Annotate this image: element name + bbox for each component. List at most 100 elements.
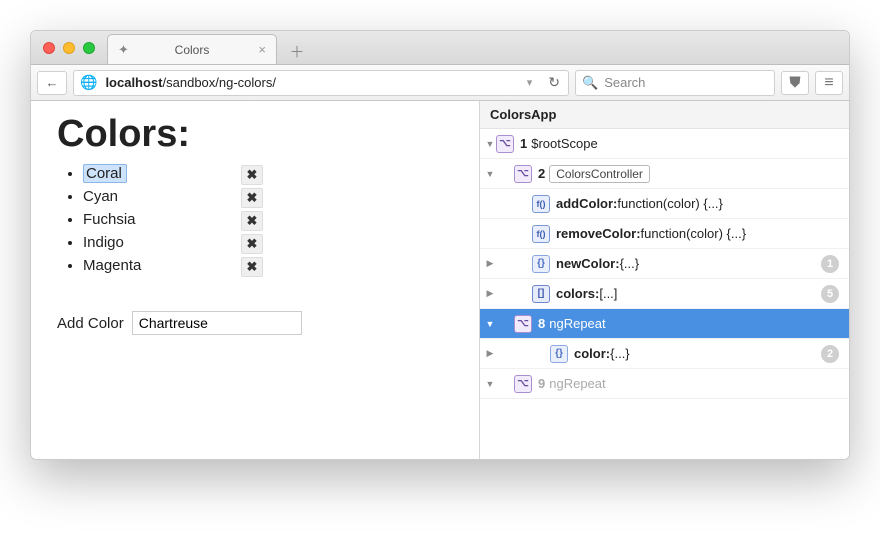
url-text: localhost/sandbox/ng-colors/ [101, 75, 280, 90]
add-color-input[interactable] [132, 311, 302, 335]
chevron-right-icon[interactable]: ▶ [484, 258, 496, 269]
node-key: newColor: [556, 256, 620, 271]
remove-color-button[interactable]: ✖ [241, 211, 263, 231]
reload-icon[interactable]: ↻ [540, 74, 568, 91]
hamburger-menu-icon[interactable]: ≡ [815, 71, 843, 95]
tree-node[interactable]: ▶ [] colors: [...] 5 [480, 279, 849, 309]
url-dropdown-icon[interactable]: ▾ [519, 76, 541, 89]
scope-number: 1 [520, 136, 527, 151]
search-bar[interactable]: 🔍 Search [575, 70, 775, 96]
node-label: ngRepeat [549, 316, 605, 331]
node-key: addColor: [556, 196, 617, 211]
close-icon: ✖ [247, 213, 258, 229]
fn-icon: f() [532, 225, 550, 243]
node-key: color: [574, 346, 610, 361]
page-title: Colors: [57, 113, 453, 156]
close-icon: ✖ [247, 167, 258, 183]
scope-icon: ⌥ [514, 315, 532, 333]
scope-icon: ⌥ [496, 135, 514, 153]
chevron-down-icon[interactable]: ▼ [484, 169, 496, 179]
remove-color-button[interactable]: ✖ [241, 188, 263, 208]
node-label: ColorsController [549, 165, 650, 183]
node-key: removeColor: [556, 226, 641, 241]
count-badge: 5 [821, 285, 839, 303]
inspector-title: ColorsApp [480, 101, 849, 129]
tree-node[interactable]: f() addColor: function(color) {...} [480, 189, 849, 219]
scope-tree: ▼⌥1$rootScope▼⌥2ColorsControllerf()addCo… [480, 129, 849, 459]
close-icon: ✖ [247, 190, 258, 206]
scope-number: 9 [538, 376, 545, 391]
globe-icon: 🌐 [74, 74, 101, 91]
remove-color-button[interactable]: ✖ [241, 257, 263, 277]
list-item[interactable]: Coral ✖ [83, 162, 263, 185]
angular-indicator-icon[interactable]: ⛊ [781, 71, 809, 95]
node-value: {...} [620, 256, 640, 271]
back-button[interactable]: ← [37, 71, 67, 95]
list-item[interactable]: Cyan ✖ [83, 185, 263, 208]
node-value: [...] [599, 286, 617, 301]
list-item[interactable]: Magenta ✖ [83, 254, 263, 277]
tree-node[interactable]: ▶ {} newColor: {...} 1 [480, 249, 849, 279]
toolbar: ← 🌐 localhost/sandbox/ng-colors/ ▾ ↻ 🔍 S… [31, 65, 849, 101]
color-list: Coral ✖ Cyan ✖ Fuchsia ✖ Indigo ✖ Magenta ✖ [83, 162, 453, 277]
node-value: {...} [610, 346, 630, 361]
chevron-down-icon[interactable]: ▼ [484, 319, 496, 329]
node-label: $rootScope [531, 136, 598, 151]
color-name: Fuchsia [83, 211, 136, 228]
fn-icon: f() [532, 195, 550, 213]
chevron-down-icon[interactable]: ▼ [484, 139, 496, 149]
browser-window: ✦ Colors × ＋ ← 🌐 localhost/sandbox/ng-co… [30, 30, 850, 460]
tree-node[interactable]: ▼ ⌥ 2 ColorsController [480, 159, 849, 189]
tab-favicon-icon: ✦ [118, 42, 129, 58]
node-value: function(color) {...} [617, 196, 723, 211]
node-label: ngRepeat [549, 376, 605, 391]
tab-close-icon[interactable]: × [258, 42, 266, 57]
chevron-right-icon[interactable]: ▶ [484, 348, 496, 359]
new-tab-button[interactable]: ＋ [283, 38, 311, 64]
color-name: Magenta [83, 257, 141, 274]
scope-number: 2 [538, 166, 545, 181]
obj-icon: {} [532, 255, 550, 273]
add-color-row: Add Color [57, 311, 453, 335]
close-window-icon[interactable] [43, 42, 55, 54]
list-item[interactable]: Indigo ✖ [83, 231, 263, 254]
titlebar: ✦ Colors × ＋ [31, 31, 849, 65]
node-key: colors: [556, 286, 599, 301]
tree-node[interactable]: ▼ ⌥ 9 ngRepeat [480, 369, 849, 399]
node-value: function(color) {...} [641, 226, 747, 241]
search-placeholder: Search [604, 75, 645, 90]
arr-icon: [] [532, 285, 550, 303]
zoom-window-icon[interactable] [83, 42, 95, 54]
add-color-label: Add Color [57, 315, 124, 332]
color-name: Coral [83, 164, 127, 183]
inspector-panel: ColorsApp ▼⌥1$rootScope▼⌥2ColorsControll… [479, 101, 849, 459]
close-icon: ✖ [247, 259, 258, 275]
traffic-lights [31, 31, 107, 64]
scope-icon: ⌥ [514, 165, 532, 183]
back-arrow-icon: ← [46, 75, 59, 90]
obj-icon: {} [550, 345, 568, 363]
tree-node[interactable]: ▼ ⌥ 8 ngRepeat [480, 309, 849, 339]
list-item[interactable]: Fuchsia ✖ [83, 208, 263, 231]
remove-color-button[interactable]: ✖ [241, 165, 263, 185]
minimize-window-icon[interactable] [63, 42, 75, 54]
tab-colors[interactable]: ✦ Colors × [107, 34, 277, 64]
remove-color-button[interactable]: ✖ [241, 234, 263, 254]
count-badge: 2 [821, 345, 839, 363]
scope-number: 8 [538, 316, 545, 331]
color-name: Indigo [83, 234, 124, 251]
tree-node[interactable]: f() removeColor: function(color) {...} [480, 219, 849, 249]
chevron-down-icon[interactable]: ▼ [484, 379, 496, 389]
close-icon: ✖ [247, 236, 258, 252]
chevron-right-icon[interactable]: ▶ [484, 288, 496, 299]
url-bar[interactable]: 🌐 localhost/sandbox/ng-colors/ ▾ ↻ [73, 70, 569, 96]
color-name: Cyan [83, 188, 118, 205]
count-badge: 1 [821, 255, 839, 273]
page-content: Colors: Coral✖Cyan✖Fuchsia✖Indigo✖Magent… [31, 101, 479, 459]
search-icon: 🔍 [576, 75, 604, 91]
scope-icon: ⌥ [514, 375, 532, 393]
tree-node[interactable]: ▶ {} color: {...} 2 [480, 339, 849, 369]
tree-node[interactable]: ▼⌥ 1 $rootScope [480, 129, 849, 159]
tab-strip: ✦ Colors × ＋ [107, 31, 849, 64]
tab-title: Colors [175, 43, 210, 57]
